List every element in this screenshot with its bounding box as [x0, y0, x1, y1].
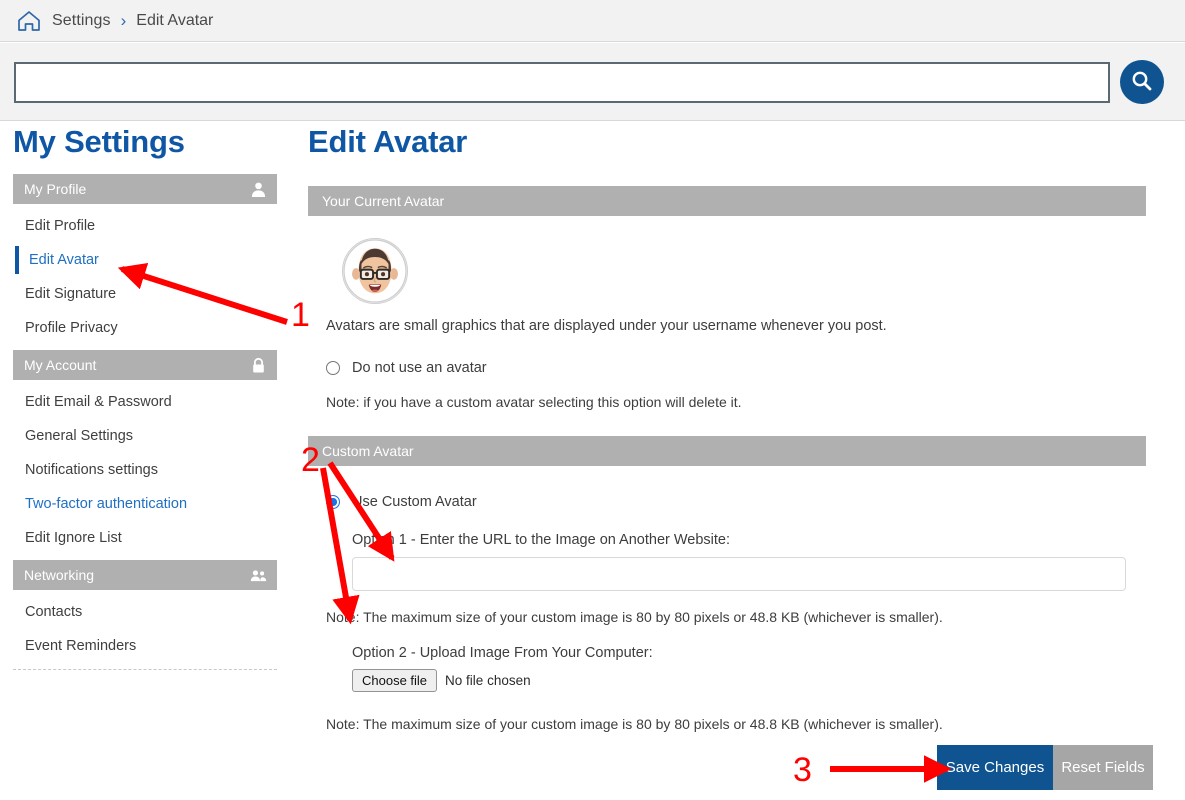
home-icon[interactable] — [16, 8, 52, 34]
option2-note: Note: The maximum size of your custom im… — [326, 716, 943, 732]
sidebar-item-edit-avatar[interactable]: Edit Avatar — [13, 243, 277, 277]
search-icon — [1129, 68, 1155, 97]
section-body-custom-avatar: Use Custom Avatar Option 1 - Enter the U… — [308, 466, 1174, 732]
form-actions: Save Changes Reset Fields — [937, 745, 1153, 790]
avatar-url-input[interactable] — [352, 557, 1126, 591]
section-header-current-avatar: Your Current Avatar — [308, 186, 1146, 216]
option1-note: Note: The maximum size of your custom im… — [326, 609, 943, 625]
option1-label: Option 1 - Enter the URL to the Image on… — [352, 532, 731, 548]
search-input[interactable] — [14, 62, 1110, 103]
sidebar-item-edit-ignore-list[interactable]: Edit Ignore List — [13, 521, 277, 555]
radio-use-custom-row[interactable]: Use Custom Avatar — [326, 494, 1174, 510]
section-header-label: Your Current Avatar — [322, 193, 445, 209]
main-content: Edit Avatar Your Current Avatar Avatars … — [308, 124, 1174, 732]
sidebar-item-label: Notifications settings — [25, 462, 158, 478]
sidebar-item-label: Profile Privacy — [25, 320, 118, 336]
search-button[interactable] — [1120, 60, 1164, 104]
sidebar-group-my-account: My Account — [13, 350, 277, 380]
file-upload-row[interactable]: Choose file No file chosen — [352, 669, 1174, 692]
section-body-current-avatar: Avatars are small graphics that are disp… — [308, 216, 1174, 410]
file-status-label: No file chosen — [445, 673, 531, 688]
people-icon — [250, 567, 267, 584]
sidebar: My Profile Edit Profile Edit Avatar Edit… — [13, 174, 277, 670]
sidebar-item-two-factor-authentication[interactable]: Two-factor authentication — [13, 487, 277, 521]
sidebar-group-networking: Networking — [13, 560, 277, 590]
sidebar-item-notifications-settings[interactable]: Notifications settings — [13, 453, 277, 487]
reset-fields-button[interactable]: Reset Fields — [1053, 745, 1153, 790]
section-header-custom-avatar: Custom Avatar — [308, 436, 1146, 466]
breadcrumb-item-current: Edit Avatar — [136, 11, 214, 29]
sidebar-item-label: Edit Ignore List — [25, 530, 122, 546]
sidebar-group-my-profile: My Profile — [13, 174, 277, 204]
radio-no-avatar-label: Do not use an avatar — [352, 360, 487, 376]
sidebar-item-edit-signature[interactable]: Edit Signature — [13, 277, 277, 311]
sidebar-item-contacts[interactable]: Contacts — [13, 595, 277, 629]
sidebar-item-label: General Settings — [25, 428, 134, 444]
choose-file-button[interactable]: Choose file — [352, 669, 438, 692]
sidebar-item-edit-email-password[interactable]: Edit Email & Password — [13, 385, 277, 419]
user-icon — [250, 181, 267, 198]
page-title: Edit Avatar — [308, 124, 468, 159]
no-avatar-note: Note: if you have a custom avatar select… — [326, 394, 742, 410]
sidebar-group-label: My Profile — [24, 181, 87, 197]
annotation-number-3: 3 — [793, 751, 812, 789]
sidebar-title: My Settings — [13, 124, 185, 159]
radio-use-custom-avatar[interactable] — [326, 495, 340, 509]
sidebar-group-label: Networking — [24, 567, 95, 583]
sidebar-group-label: My Account — [24, 357, 97, 373]
avatar — [342, 238, 408, 304]
sidebar-item-label: Edit Signature — [25, 286, 117, 302]
chevron-right-icon: › — [120, 11, 127, 30]
save-changes-button[interactable]: Save Changes — [937, 745, 1053, 790]
sidebar-item-profile-privacy[interactable]: Profile Privacy — [13, 311, 277, 345]
lock-icon — [250, 357, 267, 374]
annotation-number-1: 1 — [291, 296, 310, 334]
breadcrumb-item-settings[interactable]: Settings — [52, 12, 111, 30]
radio-no-avatar[interactable] — [326, 361, 340, 375]
radio-no-avatar-row[interactable]: Do not use an avatar — [326, 360, 1174, 376]
breadcrumb: Settings › Edit Avatar — [0, 0, 1185, 42]
sidebar-item-edit-profile[interactable]: Edit Profile — [13, 209, 277, 243]
sidebar-item-general-settings[interactable]: General Settings — [13, 419, 277, 453]
radio-use-custom-avatar-label: Use Custom Avatar — [352, 494, 477, 510]
sidebar-item-label: Contacts — [25, 604, 83, 620]
avatar-description: Avatars are small graphics that are disp… — [326, 318, 887, 334]
sidebar-divider — [13, 669, 277, 670]
page-root: Settings › Edit Avatar My Settings My Pr… — [0, 0, 1185, 800]
section-header-label: Custom Avatar — [322, 443, 414, 459]
sidebar-item-label: Two-factor authentication — [25, 496, 188, 512]
sidebar-item-label: Edit Avatar — [29, 252, 99, 268]
sidebar-item-event-reminders[interactable]: Event Reminders — [13, 629, 277, 663]
sidebar-item-label: Edit Profile — [25, 218, 96, 234]
annotation-number-2: 2 — [301, 441, 320, 479]
option2-label: Option 2 - Upload Image From Your Comput… — [352, 645, 653, 661]
sidebar-item-label: Edit Email & Password — [25, 394, 172, 410]
sidebar-item-label: Event Reminders — [25, 638, 137, 654]
